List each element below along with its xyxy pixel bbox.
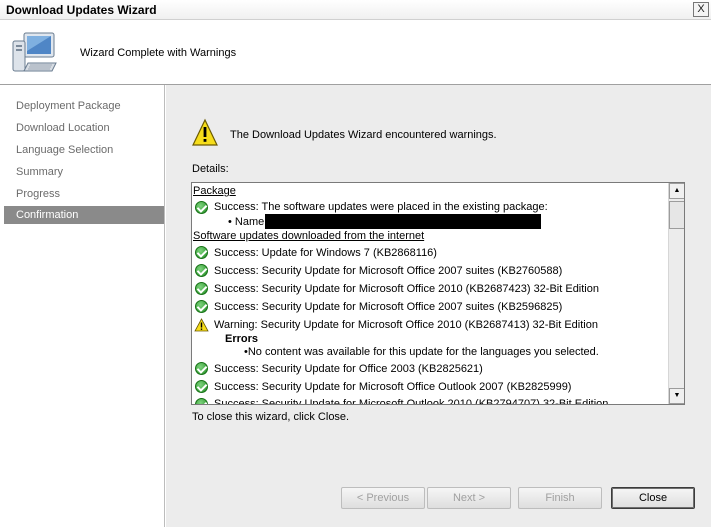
success-icon xyxy=(195,380,208,393)
detail-line: Success: Security Update for Microsoft O… xyxy=(214,265,563,277)
success-icon xyxy=(195,282,208,295)
warning-small-icon xyxy=(194,318,209,332)
detail-line: Success: Security Update for Microsoft O… xyxy=(214,283,599,295)
scroll-down-arrow-icon[interactable]: ▼ xyxy=(669,388,684,404)
wizard-page-title: Wizard Complete with Warnings xyxy=(80,47,237,59)
nav-item-confirmation: Confirmation xyxy=(4,206,164,224)
redacted-package-name xyxy=(265,214,541,229)
success-icon xyxy=(195,246,208,259)
detail-line: Success: Security Update for Microsoft O… xyxy=(214,381,572,393)
scroll-up-arrow-icon[interactable]: ▲ xyxy=(669,183,684,199)
downloaded-heading: Software updates downloaded from the int… xyxy=(193,230,425,242)
close-button[interactable]: Close xyxy=(611,487,695,509)
success-icon xyxy=(195,264,208,277)
next-button[interactable]: Next > xyxy=(427,487,511,509)
finish-button[interactable]: Finish xyxy=(518,487,602,509)
close-window-button[interactable]: X xyxy=(693,2,709,17)
wizard-content: The Download Updates Wizard encountered … xyxy=(166,85,711,527)
details-textbox[interactable]: Package Success: The software updates we… xyxy=(191,182,685,405)
previous-button[interactable]: < Previous xyxy=(341,487,425,509)
nav-item-language-selection: Language Selection xyxy=(16,144,114,156)
nav-item-progress: Progress xyxy=(16,188,61,200)
details-scrollbar[interactable]: ▲ ▼ xyxy=(668,183,684,404)
close-instruction: To close this wizard, click Close. xyxy=(192,411,350,423)
computer-icon xyxy=(12,32,57,72)
nav-item-download-location: Download Location xyxy=(16,122,110,134)
detail-line: Success: Security Update for Microsoft O… xyxy=(214,301,563,313)
success-icon xyxy=(195,201,208,214)
window-title: Download Updates Wizard xyxy=(6,3,157,17)
details-label: Details: xyxy=(192,163,229,175)
success-icon xyxy=(195,300,208,313)
detail-line: Success: Security Update for Office 2003… xyxy=(214,363,483,375)
error-detail-line: •No content was available for this updat… xyxy=(244,346,599,358)
success-icon xyxy=(195,362,208,375)
nav-item-summary: Summary xyxy=(16,166,64,178)
warning-message: The Download Updates Wizard encountered … xyxy=(230,129,497,141)
detail-line: Warning: Security Update for Microsoft O… xyxy=(214,319,598,331)
scroll-thumb[interactable] xyxy=(669,201,684,229)
wizard-header: Wizard Complete with Warnings xyxy=(0,20,711,84)
title-bar: Download Updates Wizard X xyxy=(0,0,711,20)
package-heading: Package xyxy=(193,185,236,197)
detail-line: Success: Update for Windows 7 (KB2868116… xyxy=(214,247,437,259)
warning-icon xyxy=(192,118,218,146)
nav-item-deployment-package: Deployment Package xyxy=(16,100,121,112)
detail-line: Success: Security Update for Microsoft O… xyxy=(214,398,609,404)
wizard-steps-nav: Deployment Package Download Location Lan… xyxy=(0,85,165,527)
success-icon xyxy=(195,398,208,404)
package-success-line: Success: The software updates were place… xyxy=(214,201,548,213)
